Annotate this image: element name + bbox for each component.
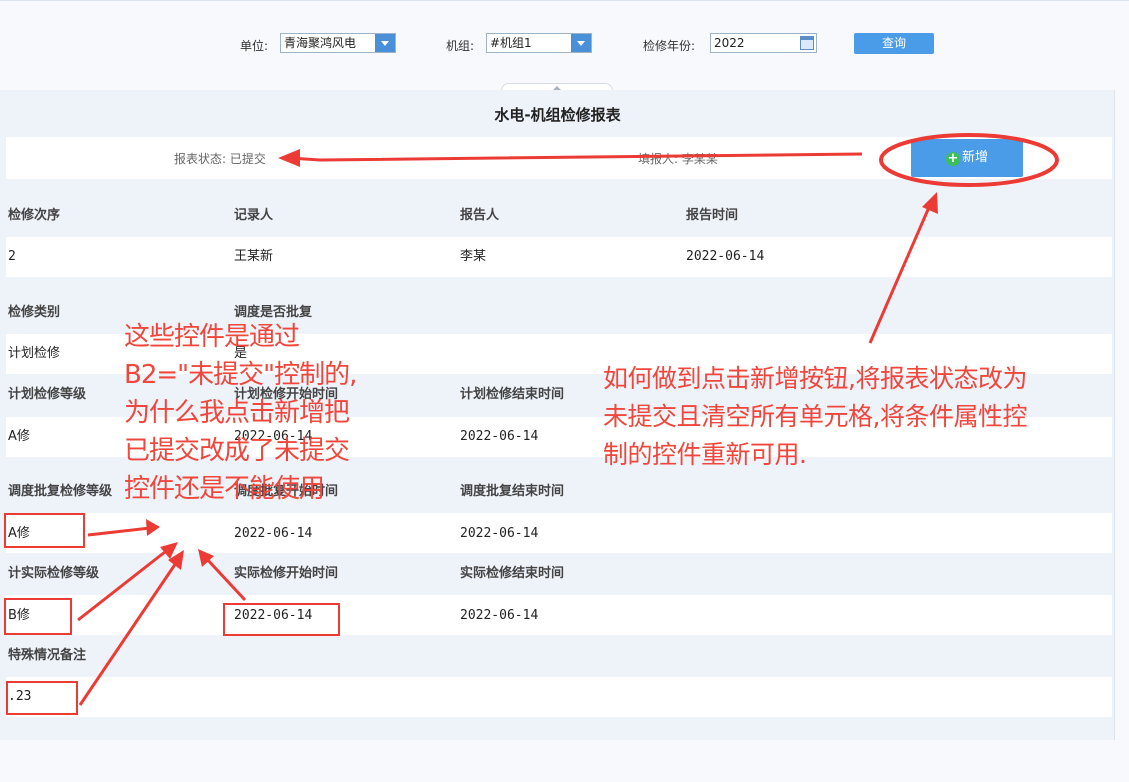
annotation-left-line: 控件还是不能使用 — [124, 474, 325, 504]
query-button[interactable]: 查询 — [854, 33, 934, 54]
plus-icon: + — [945, 151, 960, 166]
highlight-box — [4, 598, 72, 635]
cell-report-time[interactable]: 2022-06-14 — [686, 237, 764, 277]
annotation-right-line: 制的控件重新可用. — [603, 440, 807, 469]
cell-dispatch-start[interactable]: 2022-06-14 — [234, 514, 312, 554]
cell-dispatch-end[interactable]: 2022-06-14 — [460, 514, 538, 554]
highlight-box — [6, 681, 78, 715]
annotation-right-line: 如何做到点击新增按钮,将报表状态改为 — [603, 364, 1027, 393]
annotation-left-line: 为什么我点击新增把 — [124, 398, 350, 428]
header-special-note: 特殊情况备注 — [8, 648, 87, 663]
group-select[interactable]: #机组1 — [486, 33, 592, 53]
report-title: 水电-机组检修报表 — [494, 106, 621, 124]
unit-label: 单位: — [240, 39, 269, 53]
header-dispatch-end: 调度批复结束时间 — [460, 484, 565, 499]
table-row — [6, 595, 1112, 635]
year-input-value: 2022 — [714, 36, 745, 50]
annotation-left-line: 已提交改成了未提交 — [124, 436, 350, 466]
table-row — [6, 237, 1112, 277]
header-repair-order: 检修次序 — [8, 208, 61, 223]
highlight-box — [223, 603, 340, 636]
year-label: 检修年份: — [643, 39, 696, 53]
header-recorder: 记录人 — [234, 208, 274, 223]
cell-repair-order[interactable]: 2 — [8, 237, 16, 277]
table-row — [6, 677, 1112, 717]
header-dispatch-level: 调度批复检修等级 — [8, 484, 113, 499]
header-plan-level: 计划检修等级 — [8, 387, 87, 402]
table-row — [6, 513, 1112, 553]
group-label: 机组: — [446, 39, 475, 53]
filler-name: 填报人: 李某某 — [638, 152, 718, 166]
status-row: 报表状态: 已提交 填报人: 李某某 + 新增 — [6, 137, 1112, 179]
add-button-label: 新增 — [961, 150, 988, 165]
cell-recorder[interactable]: 王某新 — [234, 237, 273, 277]
header-report-time: 报告时间 — [686, 208, 739, 223]
annotation-right: 如何做到点击新增按钮,将报表状态改为 未提交且清空所有单元格,将条件属性控 制的… — [603, 360, 1027, 474]
group-select-value: #机组1 — [490, 36, 532, 50]
cell-actual-end[interactable]: 2022-06-14 — [460, 596, 538, 636]
chevron-down-icon[interactable] — [375, 34, 395, 52]
header-reporter: 报告人 — [460, 208, 500, 223]
header-repair-type: 检修类别 — [8, 305, 61, 320]
add-button[interactable]: + 新增 — [911, 139, 1023, 177]
highlight-box — [4, 513, 85, 548]
header-plan-end: 计划检修结束时间 — [460, 387, 565, 402]
year-input[interactable]: 2022 — [710, 33, 817, 53]
annotation-right-line: 未提交且清空所有单元格,将条件属性控 — [603, 402, 1027, 431]
cell-plan-level[interactable]: A修 — [8, 417, 30, 457]
section-header-row — [6, 196, 1112, 236]
filter-bar: 单位: 青海聚鸿风电 机组: #机组1 检修年份: 2022 查询 — [0, 0, 1129, 93]
header-actual-end: 实际检修结束时间 — [460, 566, 565, 581]
annotation-left-line: 这些控件是通过 — [124, 322, 300, 352]
header-actual-level: 计实际检修等级 — [8, 566, 100, 581]
cell-repair-type[interactable]: 计划检修 — [8, 334, 60, 374]
unit-select[interactable]: 青海聚鸿风电 — [280, 33, 396, 53]
report-status: 报表状态: 已提交 — [174, 152, 266, 166]
annotation-left: 这些控件是通过 B2="未提交"控制的, 为什么我点击新增把 已提交改成了未提交… — [124, 318, 357, 508]
header-actual-start: 实际检修开始时间 — [234, 566, 339, 581]
calendar-icon[interactable] — [800, 36, 814, 50]
annotation-left-line: B2="未提交"控制的, — [124, 360, 357, 390]
chevron-down-icon[interactable] — [571, 34, 591, 52]
cell-plan-end[interactable]: 2022-06-14 — [460, 417, 538, 457]
cell-reporter[interactable]: 李某 — [460, 237, 486, 277]
unit-select-value: 青海聚鸿风电 — [284, 36, 357, 50]
